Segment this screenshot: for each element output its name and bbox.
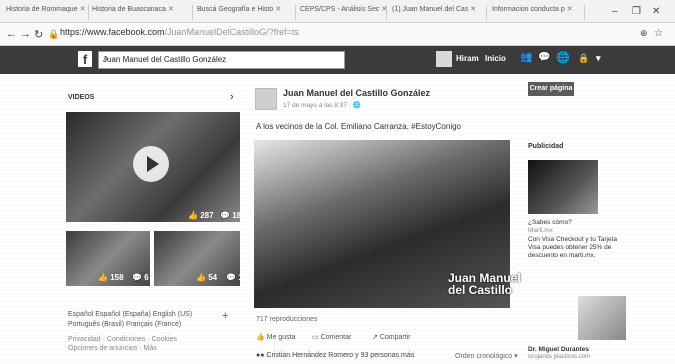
close-tab-icon[interactable]: ✕	[168, 6, 174, 13]
menu-down-icon[interactable]: ▾	[596, 53, 601, 64]
chevron-down-icon: ▾	[514, 353, 518, 360]
view-count: 717 reproducciones	[256, 316, 318, 323]
ad-image-2[interactable]	[578, 296, 626, 340]
user-name-link[interactable]: Hiram	[456, 54, 479, 63]
reactions-icon: ●●	[256, 352, 265, 359]
post-date: 17 de mayo a las 8:37 · 🌐	[283, 101, 361, 109]
facebook-logo[interactable]: f	[78, 51, 92, 67]
user-avatar[interactable]	[436, 51, 452, 67]
browser-tab[interactable]: Informacion conducta p ✕	[490, 5, 585, 20]
home-link[interactable]: Inicio	[485, 54, 506, 63]
url-prefix: https://www.facebook.com	[60, 27, 165, 37]
share-label: Compartir	[379, 334, 411, 341]
friend-requests-icon[interactable]: 👥	[520, 52, 532, 63]
video-comments-count: 18	[232, 211, 242, 220]
globe-icon: 🌐	[352, 102, 361, 109]
post-text: A los vecinos de la Col. Emiliano Carran…	[256, 122, 461, 131]
ad-image-1[interactable]	[528, 160, 598, 214]
tab-label: CEPS/CPS - Análisis Sec	[300, 6, 380, 13]
ads-heading: Publicidad	[528, 143, 564, 150]
video-comments: 💬 6	[132, 273, 149, 282]
messages-icon[interactable]: 💬	[538, 52, 550, 63]
reactions-text: Cristian Hernández Romero y 93 personas …	[266, 352, 415, 359]
like-button[interactable]: 👍 Me gusta	[256, 333, 295, 341]
close-tab-icon[interactable]: ✕	[80, 6, 86, 13]
comment-button[interactable]: ▭ Comentar	[312, 333, 351, 341]
post-author-avatar[interactable]	[255, 88, 277, 110]
restore-icon[interactable]: ❐	[632, 6, 641, 17]
close-tab-icon[interactable]: ✕	[470, 6, 476, 13]
comment-order-label: Orden cronológico	[455, 353, 513, 360]
play-icon[interactable]	[133, 146, 169, 182]
comment-icon: ▭	[312, 334, 319, 341]
video-likes: 👍 54	[196, 273, 218, 282]
privacy-icon[interactable]: 🔒	[578, 53, 589, 64]
language-links-row-1[interactable]: Español Español (España) English (US)	[68, 310, 218, 320]
post-author-name[interactable]: Juan Manuel del Castillo González	[283, 88, 430, 98]
like-label: Me gusta	[266, 334, 296, 341]
video-likes-count: 287	[200, 211, 214, 220]
search-icon[interactable]: ⌕	[103, 53, 338, 64]
back-icon[interactable]: ←	[6, 28, 17, 40]
tab-label: (1) Juan Manuel del Cas	[392, 6, 469, 13]
ad-body-1: Con Visa Checkout y tu Tarjeta Visa pued…	[528, 236, 618, 259]
close-tab-icon[interactable]: ✕	[567, 6, 573, 13]
language-links-row-2[interactable]: Português (Brasil) Français (France)	[68, 320, 218, 330]
share-button[interactable]: ↗ Compartir	[372, 333, 411, 341]
address-bar: ← → ↻ 🔒 https://www.facebook.com/JuanMan…	[0, 23, 675, 46]
video-comments: 💬 18	[220, 211, 242, 220]
browser-tab[interactable]: Buscá Geografía e Histo ✕	[195, 5, 296, 20]
comment-label: Comentar	[320, 334, 352, 341]
footer-links-row-1[interactable]: Privacidad · Condiciones · Cookies	[68, 335, 218, 344]
footer-links: Privacidad · Condiciones · Cookies Opcio…	[68, 335, 218, 353]
browser-tab[interactable]: Historia de Buascanaca ✕	[90, 5, 193, 20]
forward-icon[interactable]: →	[20, 28, 31, 40]
thumbs-up-icon: 👍	[256, 334, 265, 341]
lock-icon: 🔒	[48, 29, 60, 39]
video-comments: 💬 1	[226, 273, 243, 282]
browser-tab[interactable]: (1) Juan Manuel del Cas ✕	[390, 5, 487, 20]
share-icon: ↗	[372, 334, 378, 341]
ad-domain-2: cirujanos plasticos.com	[528, 354, 591, 360]
close-window-icon[interactable]: ✕	[652, 6, 660, 17]
ad-domain-1: Marti.mx	[528, 227, 553, 234]
ad-title-2[interactable]: Dr. Miguel Durantes	[528, 346, 589, 353]
url-path: /JuanManuelDelCastilloG/?fref=ts	[164, 27, 299, 37]
url-field[interactable]: https://www.facebook.com/JuanManuelDelCa…	[60, 27, 299, 37]
language-selector: Español Español (España) English (US) Po…	[68, 310, 218, 330]
video-likes: 👍 158	[98, 273, 124, 282]
browser-tab[interactable]: CEPS/CPS - Análisis Sec ✕	[298, 5, 387, 20]
tab-label: Historia de Rommaque	[6, 6, 78, 13]
zoom-icon[interactable]: ⊕	[640, 28, 648, 39]
tab-label: Informacion conducta p	[492, 6, 565, 13]
ad-title-1[interactable]: ¿Sabes cómo?	[528, 219, 572, 226]
video-likes-count: 54	[208, 273, 218, 282]
watermark-line-2: del Castillo	[448, 283, 513, 297]
tab-label: Buscá Geografía e Histo	[197, 6, 274, 13]
tab-label: Historia de Buascanaca	[92, 6, 166, 13]
close-tab-icon[interactable]: ✕	[381, 6, 386, 13]
create-page-button[interactable]: Crear página	[528, 82, 574, 96]
video-watermark: Juan Manuel del Castillo	[448, 272, 521, 296]
post-date-text[interactable]: 17 de mayo a las 8:37 ·	[283, 102, 353, 109]
facebook-top-bar: f Juan Manuel del Castillo González ⌕ Hi…	[0, 46, 675, 74]
videos-heading: VIDEOS	[68, 94, 95, 101]
notifications-icon[interactable]: 🌐	[556, 51, 570, 64]
browser-tab-bar: Historia de Rommaque ✕ Historia de Buascan…	[0, 0, 675, 23]
video-comments-count: 1	[238, 273, 243, 282]
add-language-icon[interactable]: +	[222, 310, 228, 322]
video-comments-count: 6	[144, 273, 149, 282]
search-input[interactable]: Juan Manuel del Castillo González ⌕	[98, 51, 345, 69]
comment-order-dropdown[interactable]: Orden cronológico ▾	[455, 352, 518, 360]
minimize-icon[interactable]: –	[612, 6, 618, 17]
bookmark-star-icon[interactable]: ☆	[654, 28, 663, 39]
browser-tab[interactable]: Historia de Rommaque ✕	[4, 5, 89, 20]
chevron-right-icon[interactable]: ›	[230, 91, 234, 103]
video-likes: 👍 287	[188, 211, 214, 220]
reload-icon[interactable]: ↻	[34, 28, 43, 41]
close-tab-icon[interactable]: ✕	[275, 6, 281, 13]
reactions-summary[interactable]: ●● Cristian Hernández Romero y 93 person…	[256, 352, 414, 359]
footer-links-row-2[interactable]: Opciones de anuncios · Más	[68, 344, 218, 353]
video-likes-count: 158	[110, 273, 124, 282]
